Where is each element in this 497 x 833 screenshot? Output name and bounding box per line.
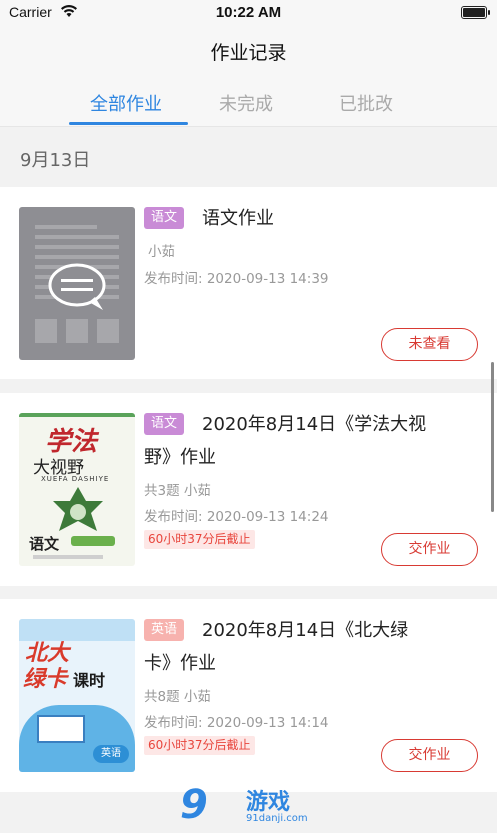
cover-title-c: 课时 [73,671,106,690]
book-cover-image: 学法 大视野 XUEFA DASHIYE 语文 [19,413,135,566]
question-count-teacher: 共3题 小茹 [144,483,211,499]
publish-time: 发布时间: 2020-09-13 14:14 [144,715,329,731]
cover-subtitle: XUEFA DASHIYE [41,475,110,483]
subject-tag: 英语 [144,619,185,641]
homework-card[interactable]: 学法 大视野 XUEFA DASHIYE 语文 语文 2020年8月14日《学法… [0,393,497,586]
publish-time: 发布时间: 2020-09-13 14:24 [144,509,329,525]
homework-thumbnail [19,207,135,360]
date-section-header: 9月13日 [20,150,91,171]
filter-tabs: 全部作业 未完成 已批改 [0,78,497,127]
watermark-url: 91danji.com [246,813,308,824]
battery-icon [461,6,490,19]
homework-title-line2: 野》作业 [144,447,216,468]
page-title: 作业记录 [210,42,287,64]
star-emblem-icon [53,487,103,531]
active-tab-indicator [69,122,188,125]
homework-title-line1: 2020年8月14日《学法大视 [202,414,427,435]
question-count-teacher: 共8题 小茹 [144,689,211,705]
homework-title-line1: 2020年8月14日《北大绿 [202,620,409,641]
document-chat-icon [35,225,119,343]
view-status-button[interactable]: 未查看 [381,328,478,361]
deadline-badge: 60小时37分后截止 [144,736,255,755]
watermark-text: 游戏 [246,790,291,815]
site-watermark: 9 游戏 91danji.com [180,780,320,830]
tab-incomplete[interactable]: 未完成 [219,90,273,116]
homework-card[interactable]: 语文 语文作业 小茹 发布时间: 2020-09-13 14:39 未查看 [0,187,497,379]
submit-homework-button[interactable]: 交作业 [381,533,478,566]
navigation-bar: 作业记录 [0,26,497,78]
tab-all-homework[interactable]: 全部作业 [90,90,162,116]
cover-subject: 英语 [93,745,129,763]
homework-title: 语文作业 [202,208,274,229]
homework-card[interactable]: 北大 绿卡 课时 英语 英语 2020年8月14日《北大绿 卡》作业 共8题 小… [0,599,497,792]
homework-title-line2: 卡》作业 [144,653,216,674]
teacher-name: 小茹 [148,244,175,260]
clock: 10:22 AM [215,4,282,21]
watermark-logo: 9 [180,782,208,828]
status-bar: Carrier 10:22 AM [0,0,497,26]
tab-graded[interactable]: 已批改 [339,90,393,116]
deadline-badge: 60小时37分后截止 [144,530,255,549]
book-cover-image: 北大 绿卡 课时 英语 [19,619,135,772]
publish-time: 发布时间: 2020-09-13 14:39 [144,271,329,287]
subject-tag: 语文 [144,413,185,435]
scrollbar[interactable] [491,362,494,512]
subject-tag: 语文 [144,207,185,229]
submit-homework-button[interactable]: 交作业 [381,739,478,772]
cover-subject: 语文 [29,535,60,553]
cover-title-b: 绿卡 [23,667,68,692]
